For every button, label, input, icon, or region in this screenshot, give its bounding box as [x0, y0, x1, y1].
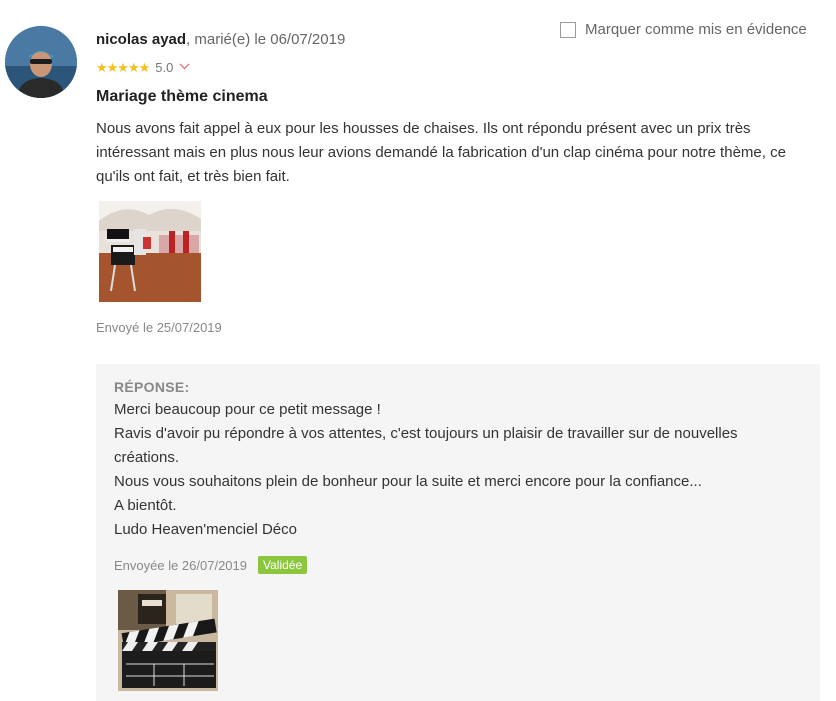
reply-line: Ravis d'avoir pu répondre à vos attentes… — [114, 425, 738, 442]
reply-heading: RÉPONSE: — [114, 379, 190, 395]
rating-summary[interactable]: ★★★★★ 5.0 — [96, 60, 190, 75]
reply-text: Merci beaucoup pour ce petit message ! R… — [114, 398, 804, 542]
review-photo[interactable] — [99, 201, 201, 302]
status-badge: Validée — [258, 556, 308, 574]
review-title: Mariage thème cinema — [96, 88, 268, 105]
reply-meta: Envoyée le 26/07/2019 Validée — [114, 556, 308, 574]
star-icon: ★★★★★ — [96, 59, 150, 75]
highlight-label: Marquer comme mis en évidence — [585, 21, 807, 38]
reply-line: Merci beaucoup pour ce petit message ! — [114, 401, 381, 418]
reply-line: Ludo Heaven'menciel Déco — [114, 521, 297, 538]
reply-sent-date: Envoyée le 26/07/2019 — [114, 557, 247, 573]
chevron-down-icon[interactable] — [179, 63, 190, 73]
author-avatar-image — [5, 26, 77, 98]
reply-section: RÉPONSE: Merci beaucoup pour ce petit me… — [96, 364, 820, 701]
reply-line: Nous vous souhaitons plein de bonheur po… — [114, 473, 702, 490]
reply-notch — [112, 344, 136, 356]
author-avatar — [5, 26, 77, 98]
reply-line: A bientôt. — [114, 497, 177, 514]
wedding-date: , marié(e) le 06/07/2019 — [186, 31, 346, 48]
highlight-toggle[interactable]: Marquer comme mis en évidence — [560, 21, 807, 38]
reply-photo[interactable] — [118, 590, 218, 691]
checkbox-icon[interactable] — [560, 21, 576, 38]
reply-line: créations. — [114, 449, 180, 466]
author-line: nicolas ayad, marié(e) le 06/07/2019 — [96, 31, 345, 48]
review-text: Nous avons fait appel à eux pour les hou… — [96, 120, 786, 185]
rating-value: 5.0 — [155, 60, 174, 75]
review-sent-date: Envoyé le 25/07/2019 — [96, 320, 222, 335]
author-name: nicolas ayad — [96, 31, 187, 48]
